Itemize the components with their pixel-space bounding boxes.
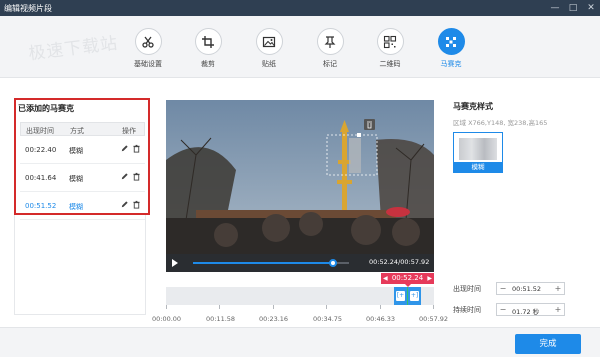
duration-label: 持续时间	[453, 306, 481, 314]
panel-title: 已添加的马赛克	[18, 104, 74, 113]
trash-icon[interactable]	[132, 144, 141, 153]
decrement-button[interactable]: −	[497, 304, 509, 315]
badge-left-arrow-icon[interactable]: ◀	[383, 273, 388, 284]
play-icon[interactable]	[172, 259, 178, 267]
mosaic-list-panel: 已添加的马赛克 出现时间 方式 操作 00:22.40 模糊 00:41.64 …	[14, 98, 150, 220]
done-button[interactable]: 完成	[515, 334, 581, 354]
style-option-label: 模糊	[454, 162, 502, 172]
tool-sticker[interactable]: 贴纸	[245, 28, 293, 69]
column-header: 方式	[70, 127, 84, 135]
video-frame	[166, 100, 434, 254]
toolbar: 极速下载站 基础设置 裁剪 贴纸 标记 二维码 马赛克	[0, 16, 600, 78]
blur-sample	[459, 138, 497, 160]
progress-fill	[193, 262, 334, 264]
ruler-label: 00:46.33	[366, 315, 396, 323]
window-title: 编辑视频片段	[4, 4, 52, 13]
increment-button[interactable]: +	[552, 283, 564, 294]
tool-mark[interactable]: 标记	[306, 28, 354, 69]
tool-label: 裁剪	[201, 60, 215, 68]
pin-icon	[324, 35, 336, 48]
player-controls: 00:52.24/00:57.92	[166, 254, 434, 272]
badge-right-arrow-icon[interactable]: ▶	[427, 273, 432, 284]
ruler-tick	[273, 305, 274, 309]
ruler-tick	[166, 305, 167, 309]
tool-mosaic[interactable]: 马赛克	[427, 28, 475, 69]
ruler-label: 00:23.16	[259, 315, 289, 323]
table-row[interactable]: 00:41.64 模糊	[20, 164, 145, 192]
duration-value[interactable]: 01.72 秒	[512, 306, 539, 316]
badge-time: 00:52.24	[391, 274, 424, 282]
close-button[interactable]: ✕	[584, 1, 598, 15]
edit-icon[interactable]	[120, 144, 129, 153]
decrement-button[interactable]: −	[497, 283, 509, 294]
increment-button[interactable]: +	[552, 304, 564, 315]
ruler-tick	[380, 305, 381, 309]
title-bar: 编辑视频片段 — □ ✕	[0, 0, 600, 16]
region-info: 区域 X766,Y148, 宽238,高165	[453, 119, 548, 127]
ruler-tick	[326, 305, 327, 309]
mosaic-style-title: 马赛克样式	[453, 102, 493, 111]
row-time: 00:51.52	[25, 202, 57, 210]
segment-end-handle[interactable]: +]	[410, 291, 419, 301]
row-time: 00:41.64	[25, 174, 57, 182]
playhead[interactable]	[407, 287, 408, 305]
current-time-badge: ◀ 00:52.24 ▶	[381, 273, 434, 284]
time-readout: 00:52.24/00:57.92	[369, 258, 430, 266]
mosaic-table: 出现时间 方式 操作 00:22.40 模糊 00:41.64 模糊 00:51…	[20, 122, 145, 220]
ruler-label: 00:00.00	[152, 315, 182, 323]
segment-start-handle[interactable]: [+	[396, 291, 405, 301]
timeline-ruler	[166, 305, 434, 310]
appear-time-value[interactable]: 00:51.52	[512, 285, 541, 293]
maximize-button[interactable]: □	[566, 1, 580, 15]
edit-icon[interactable]	[120, 172, 129, 181]
watermark: 极速下载站	[27, 33, 120, 65]
playback-progress[interactable]	[193, 259, 349, 267]
trash-icon[interactable]	[132, 200, 141, 209]
qrcode-icon	[383, 35, 397, 48]
row-time: 00:22.40	[25, 146, 57, 154]
tool-label: 马赛克	[440, 60, 462, 68]
row-mode: 模糊	[69, 147, 83, 155]
row-mode: 模糊	[69, 175, 83, 183]
column-header: 出现时间	[26, 127, 54, 135]
ruler-tick	[219, 305, 220, 309]
tool-label: 二维码	[379, 60, 401, 68]
style-option-blur[interactable]: 模糊	[453, 132, 503, 173]
edit-icon[interactable]	[120, 200, 129, 209]
scissors-icon	[142, 36, 154, 48]
tool-crop[interactable]: 裁剪	[184, 28, 232, 69]
mosaic-icon	[446, 36, 456, 47]
ruler-label: 00:11.58	[206, 315, 236, 323]
minimize-button[interactable]: —	[548, 1, 562, 15]
appear-time-stepper[interactable]: − 00:51.52 +	[496, 282, 565, 295]
tool-label: 基础设置	[134, 60, 162, 68]
image-icon	[262, 36, 276, 47]
timeline-track[interactable]: [+ +]	[166, 287, 434, 305]
duration-stepper[interactable]: − 01.72 秒 +	[496, 303, 565, 316]
video-preview[interactable]	[166, 100, 434, 254]
trash-icon[interactable]	[132, 172, 141, 181]
ruler-label: 00:57.92	[419, 315, 449, 323]
progress-knob[interactable]	[329, 259, 338, 267]
tool-qrcode[interactable]: 二维码	[366, 28, 414, 69]
appear-time-label: 出现时间	[453, 285, 481, 293]
ruler-label: 00:34.75	[313, 315, 343, 323]
ruler-tick	[433, 305, 434, 309]
tool-basic-settings[interactable]: 基础设置	[124, 28, 172, 69]
column-header: 操作	[122, 127, 136, 135]
footer	[0, 327, 600, 357]
tool-label: 标记	[323, 60, 337, 68]
tool-label: 贴纸	[262, 60, 276, 68]
mosaic-list-area	[14, 215, 146, 315]
crop-icon	[202, 35, 214, 48]
row-mode: 模糊	[69, 203, 83, 211]
table-row-selected[interactable]: 00:51.52 模糊	[20, 192, 145, 220]
table-header: 出现时间 方式 操作	[20, 122, 145, 136]
table-row[interactable]: 00:22.40 模糊	[20, 136, 145, 164]
